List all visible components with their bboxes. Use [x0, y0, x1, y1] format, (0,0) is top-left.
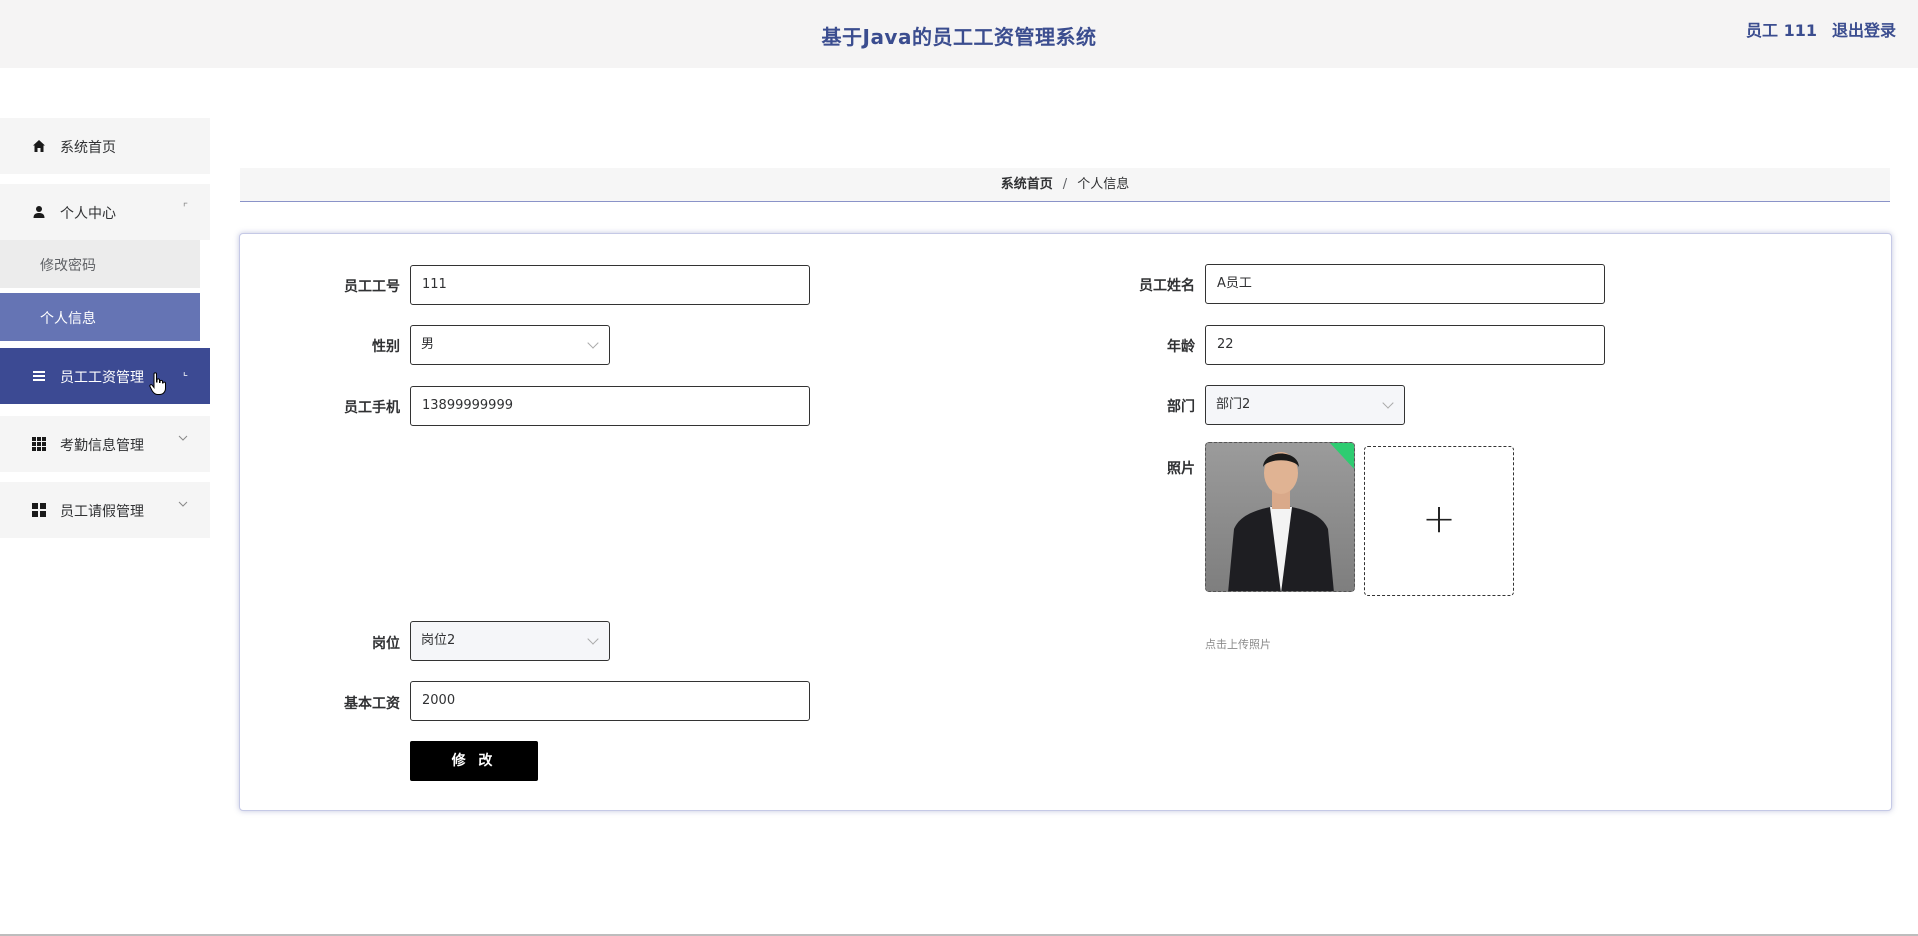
submenu-label: 修改密码	[40, 258, 96, 274]
breadcrumb-current: 个人信息	[1077, 177, 1130, 192]
submit-button[interactable]: 修 改	[410, 741, 538, 781]
sidebar-item-salary[interactable]: 员工工资管理 ⌞	[0, 348, 210, 404]
hand-cursor-icon	[149, 372, 166, 395]
submenu-label: 个人信息	[40, 311, 96, 327]
logout-link[interactable]: 退出登录	[1832, 17, 1896, 41]
dept-label: 部门	[1167, 399, 1195, 415]
apps-icon	[32, 503, 46, 517]
submenu-personal-info[interactable]: 个人信息	[0, 293, 200, 341]
grid-icon	[32, 437, 46, 451]
breadcrumb-separator: /	[1062, 177, 1068, 192]
sidebar-item-leave[interactable]: 员工请假管理	[0, 482, 210, 538]
salary-label: 基本工资	[344, 696, 400, 712]
emp-name-field[interactable]: A员工	[1205, 264, 1605, 304]
plus-icon: +	[1422, 496, 1456, 543]
user-icon	[33, 206, 45, 218]
dept-value: 部门2	[1216, 397, 1251, 412]
sidebar-item-label: 系统首页	[60, 140, 116, 156]
gender-label: 性别	[372, 339, 400, 355]
post-label: 岗位	[372, 636, 400, 652]
photo-label: 照片	[1167, 461, 1195, 477]
post-value: 岗位2	[421, 633, 456, 648]
sidebar-item-label: 员工工资管理	[60, 370, 144, 386]
gender-value: 男	[421, 337, 435, 352]
emp-no-label: 员工工号	[344, 279, 400, 295]
collapse-arrow-icon: ⌞	[182, 365, 188, 378]
current-user: 员工 111	[1746, 21, 1817, 40]
sidebar-item-personal-center[interactable]: 个人中心 ⌜	[0, 184, 210, 240]
chevron-down-icon	[587, 337, 599, 349]
phone-label: 员工手机	[344, 400, 400, 416]
chevron-down-icon	[178, 499, 188, 512]
collapse-arrow-icon: ⌜	[182, 201, 188, 214]
sidebar-item-label: 个人中心	[60, 206, 116, 222]
sidebar-item-label: 考勤信息管理	[60, 438, 144, 454]
list-icon	[33, 371, 45, 381]
form-card	[239, 233, 1892, 811]
sidebar-item-label: 员工请假管理	[60, 504, 144, 520]
chevron-down-icon	[587, 633, 599, 645]
submenu-change-password[interactable]: 修改密码	[0, 240, 200, 288]
upload-hint: 点击上传照片	[1205, 638, 1271, 651]
sidebar-item-home[interactable]: 系统首页	[0, 118, 210, 174]
emp-no-field[interactable]: 111	[410, 265, 810, 305]
top-bar: 基于Java的员工工资管理系统 员工 111 退出登录	[0, 0, 1918, 68]
chevron-down-icon	[1382, 397, 1394, 409]
phone-field[interactable]: 13899999999	[410, 386, 810, 426]
post-select[interactable]: 岗位2	[410, 621, 610, 661]
age-field[interactable]: 22	[1205, 325, 1605, 365]
gender-select[interactable]: 男	[410, 325, 610, 365]
salary-field[interactable]: 2000	[410, 681, 810, 721]
breadcrumb: 系统首页 / 个人信息	[240, 168, 1890, 202]
employee-photo[interactable]	[1205, 442, 1355, 592]
sidebar-item-attendance[interactable]: 考勤信息管理	[0, 416, 210, 472]
chevron-down-icon	[178, 433, 188, 446]
app-title: 基于Java的员工工资管理系统	[821, 25, 1097, 49]
person-photo-image	[1206, 443, 1354, 591]
upload-photo-button[interactable]: +	[1364, 446, 1514, 596]
dept-select[interactable]: 部门2	[1205, 385, 1405, 425]
age-label: 年龄	[1167, 339, 1195, 355]
home-icon	[33, 140, 45, 152]
breadcrumb-home[interactable]: 系统首页	[1001, 177, 1053, 192]
emp-name-label: 员工姓名	[1139, 278, 1195, 294]
